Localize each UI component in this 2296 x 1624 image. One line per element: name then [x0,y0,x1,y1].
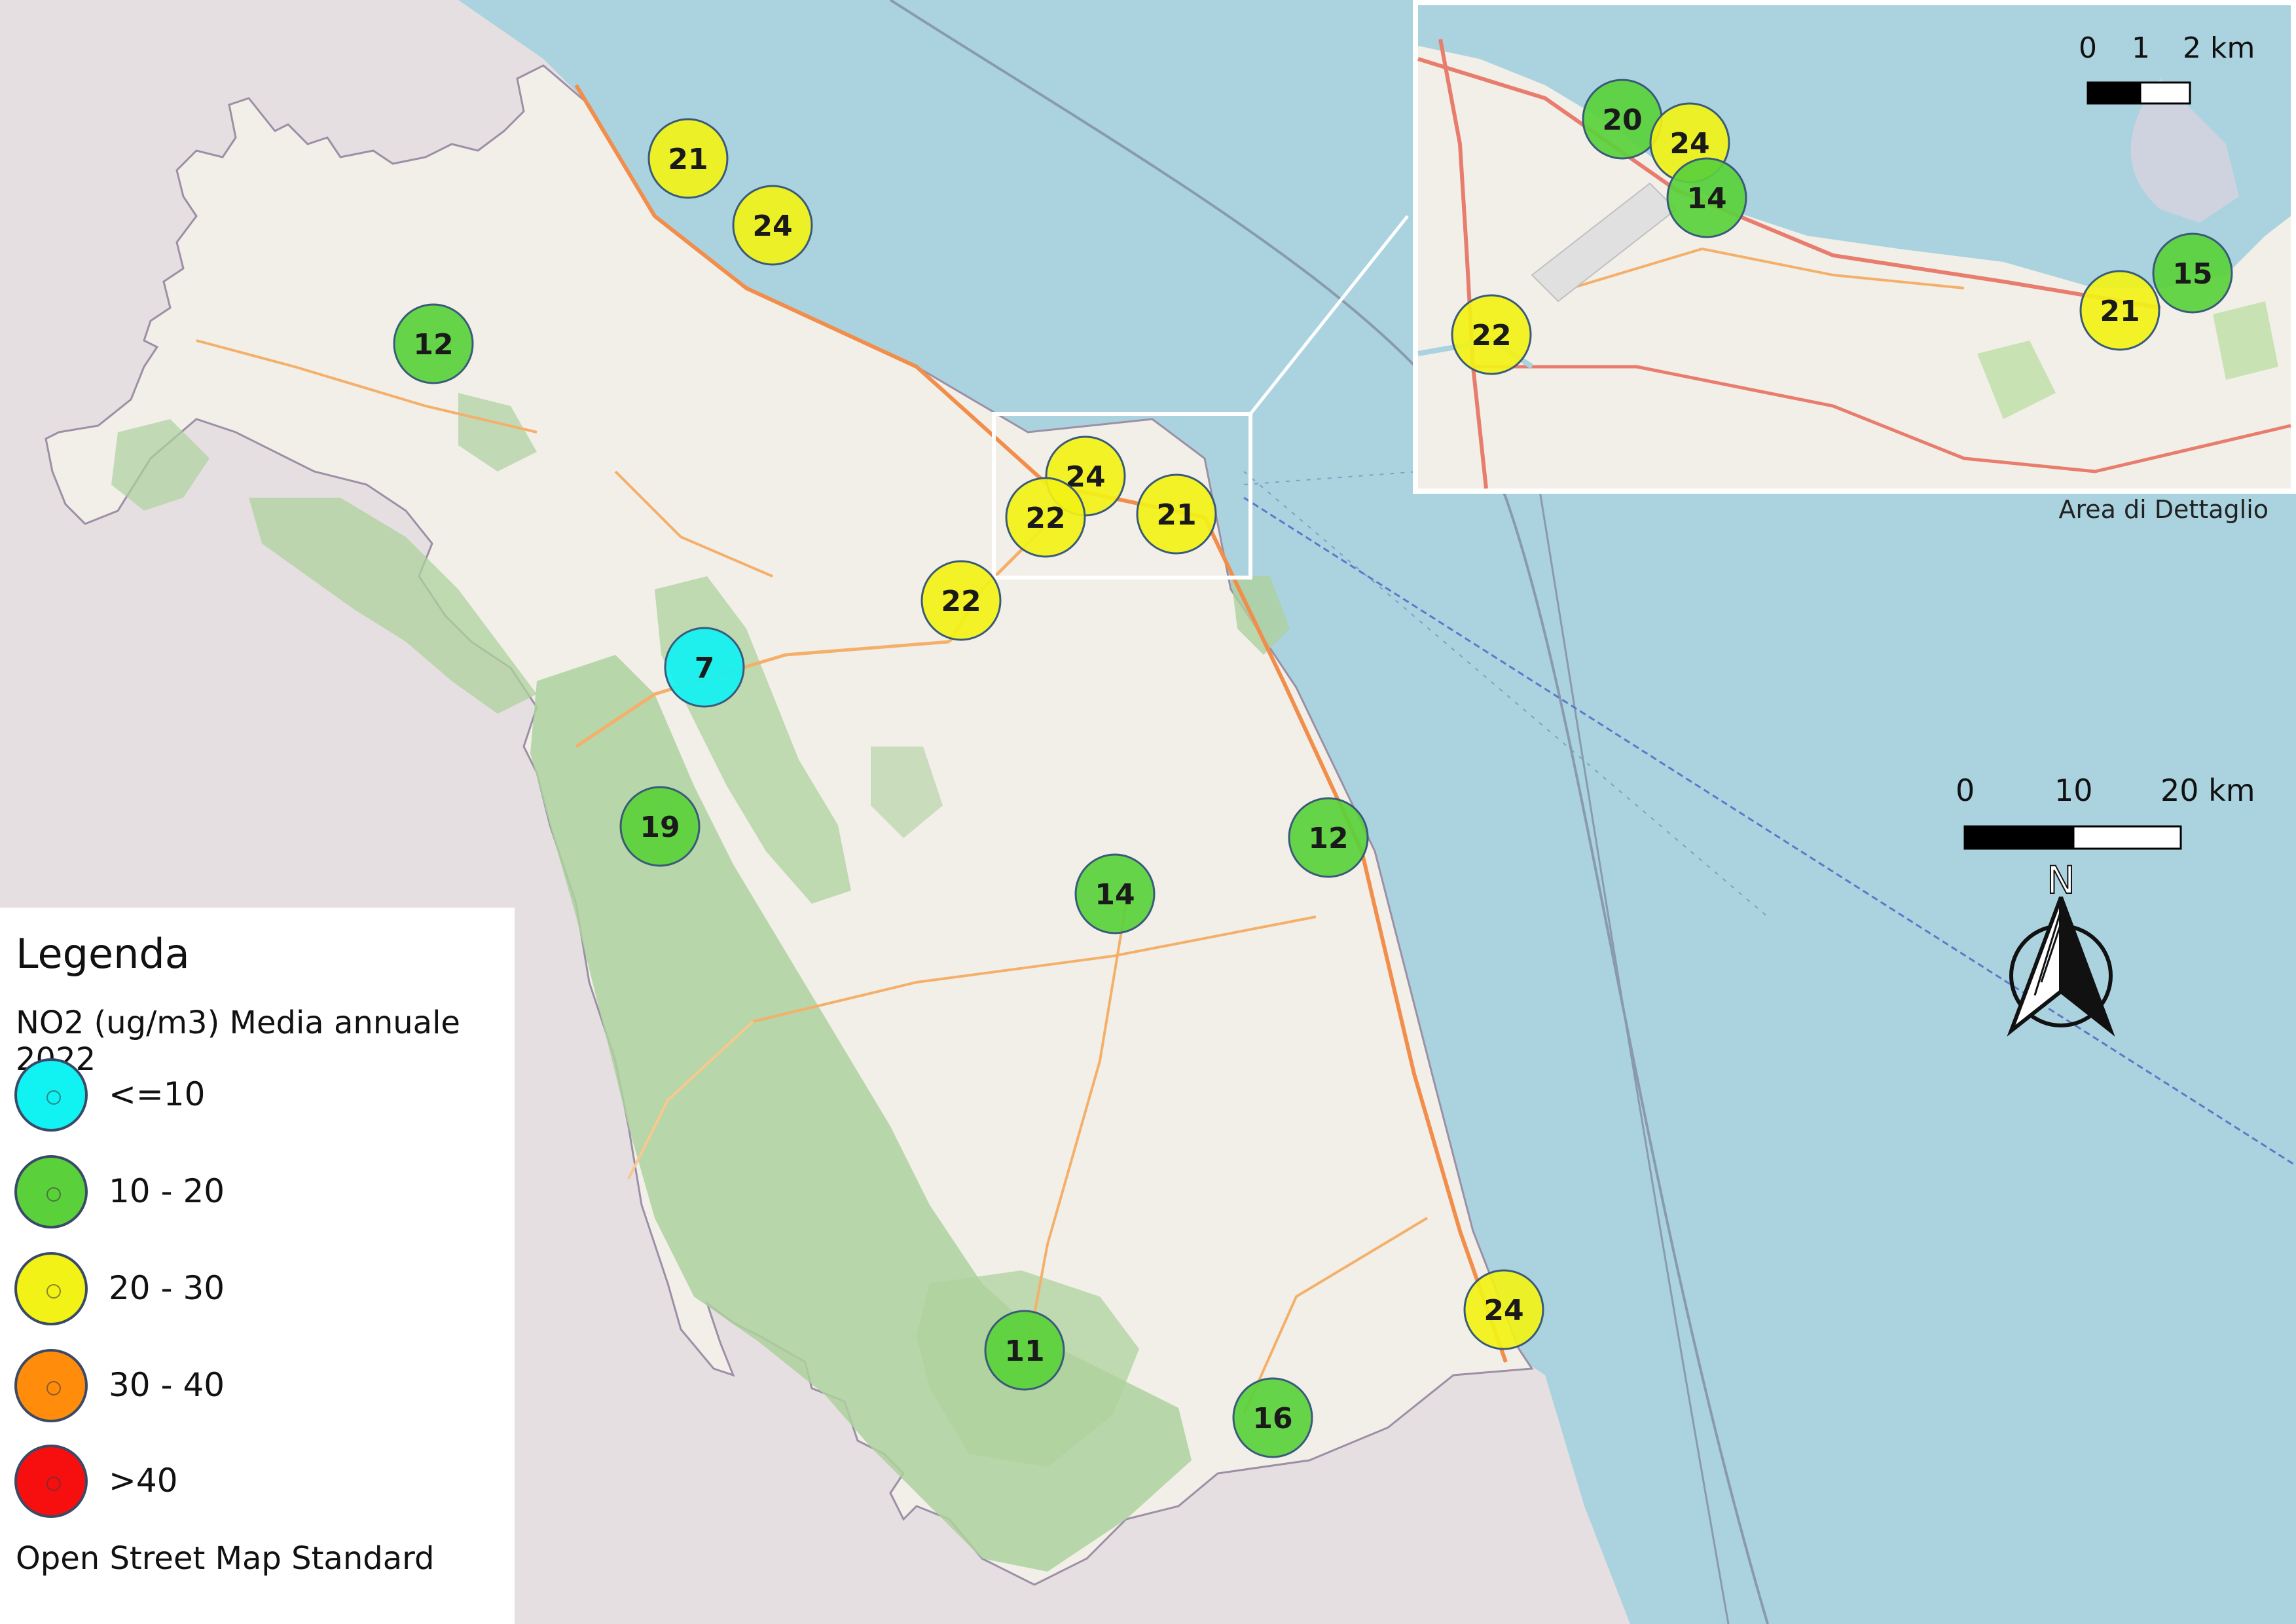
inset-scale-bar [2086,81,2191,105]
station-value: 22 [1471,319,1511,352]
basemap-credit: Open Street Map Standard [16,1540,435,1577]
legend-title: Legenda [16,930,190,978]
legend-label: 10 - 20 [109,1172,225,1210]
station-value: 21 [1156,498,1196,532]
station-value: 20 [1602,103,1642,137]
legend-swatch-icon [14,1155,88,1228]
station-value: 19 [640,811,680,844]
legend-swatch-icon [14,1252,88,1325]
scale-label-20km: 20 km [2160,773,2255,808]
legend-item-class-5: >40 [14,1445,499,1523]
station-marker: 12 [393,303,474,384]
station-value: 14 [1095,878,1135,912]
legend-swatch-icon [14,1349,88,1422]
station-value: 24 [1669,127,1709,160]
station-marker: 14 [1666,157,1747,238]
station-value: 15 [2172,257,2212,291]
inset-scale-label-1: 1 [2132,31,2150,65]
station-marker: 22 [1451,294,1532,375]
station-marker: 24 [1463,1269,1544,1350]
station-value: 14 [1686,182,1726,215]
station-marker: 21 [1136,473,1217,555]
legend-item-class-3: 20 - 30 [14,1252,499,1331]
scale-bar-white-segment [2072,825,2182,850]
station-value: 11 [1004,1335,1044,1368]
legend-item-class-2: 10 - 20 [14,1155,499,1234]
north-arrow-label: N [2047,858,2075,902]
station-value: 22 [941,585,981,618]
legend-swatch-icon [14,1445,88,1518]
legend-label: 30 - 40 [109,1366,225,1404]
legend-item-class-1: <=10 [14,1058,499,1137]
inset-scale-bar-white-segment [2139,81,2191,105]
station-marker: 7 [664,627,745,708]
station-value: 7 [695,652,715,685]
station-marker: 15 [2152,232,2233,314]
station-marker: 14 [1074,853,1156,934]
station-value: 21 [2100,295,2140,328]
station-marker: 11 [984,1310,1065,1391]
station-marker: 24 [732,185,813,266]
station-value: 21 [668,143,708,176]
inset-scale-label-0: 0 [2079,31,2097,65]
station-value: 22 [1025,502,1065,535]
inset-scale-bar-black-segment [2086,81,2141,105]
legend-swatch-icon [14,1058,88,1132]
legend-label: 20 - 30 [109,1269,225,1307]
station-marker: 12 [1288,797,1369,878]
scale-bar [1963,825,2182,850]
legend-label: <=10 [109,1075,206,1113]
station-value: 16 [1252,1402,1292,1435]
station-value: 24 [752,210,792,243]
station-marker: 16 [1232,1377,1313,1458]
legend-panel: Legenda NO2 (ug/m3) Media annuale 2022 <… [0,908,515,1624]
scale-label-10: 10 [2054,773,2093,808]
inset-caption: Area di Dettaglio [2058,495,2269,524]
station-marker: 22 [1005,477,1086,558]
station-marker: 21 [647,118,729,199]
inset-scale-label-2km: 2 km [2183,31,2255,65]
station-value: 12 [1308,822,1348,855]
legend-item-class-4: 30 - 40 [14,1349,499,1428]
station-marker: 19 [619,786,701,867]
station-value: 12 [413,328,453,361]
station-value: 24 [1484,1294,1523,1327]
legend-label: >40 [109,1462,178,1500]
station-marker: 22 [920,560,1002,641]
scale-label-0: 0 [1956,773,1975,808]
scale-bar-black-segment [1963,825,2075,850]
station-marker: 21 [2079,270,2160,351]
